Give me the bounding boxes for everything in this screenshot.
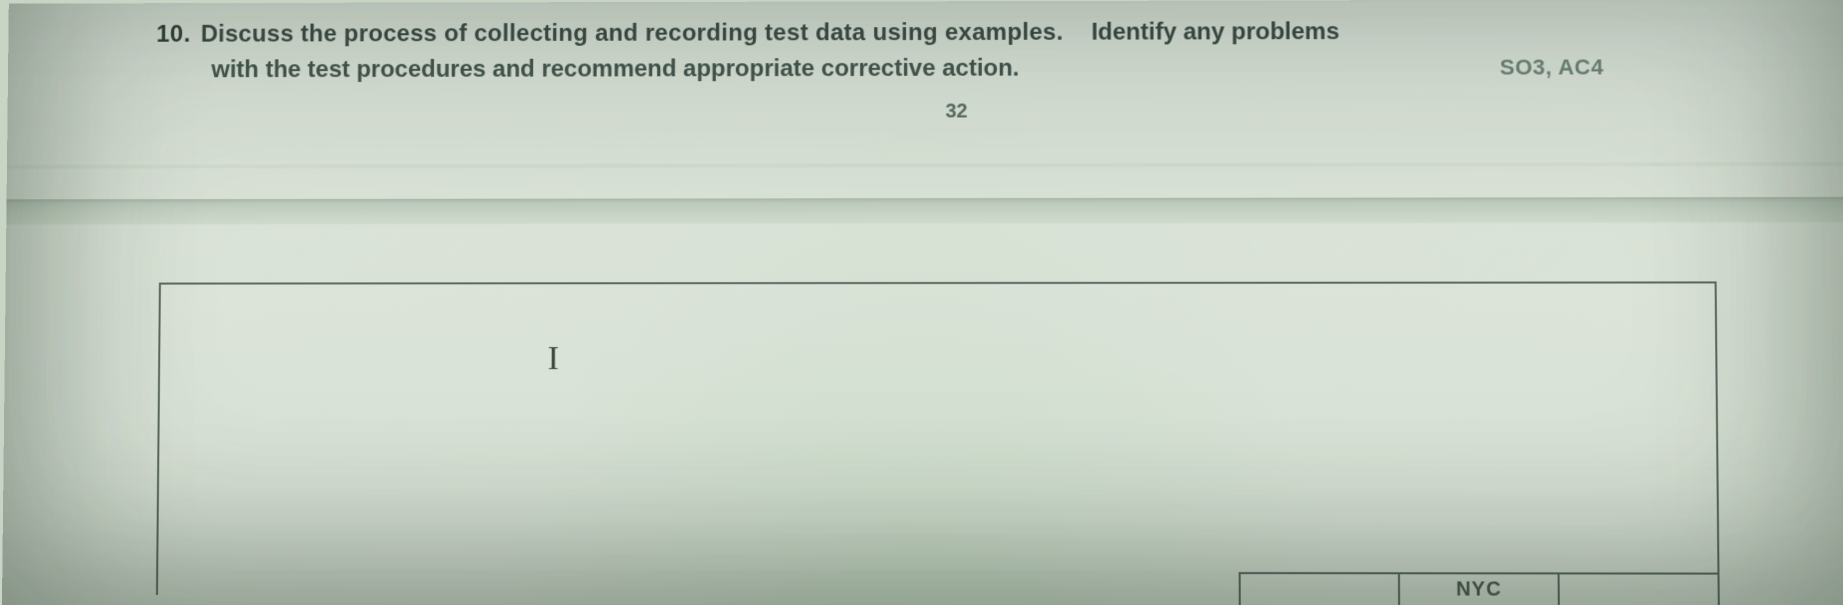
question-text-line2: with the test procedures and recommend a… (211, 55, 1019, 84)
footer-cells: NYC (1241, 572, 1720, 605)
question-line-2: with the test procedures and recommend a… (156, 53, 1765, 84)
footer-cell-empty (1239, 572, 1401, 605)
footer-cell-label: NYC (1398, 572, 1560, 605)
question-block: 10. Discuss the process of collecting an… (7, 0, 1843, 169)
page-number: 32 (156, 99, 1766, 125)
question-line-1: 10. Discuss the process of collecting an… (156, 17, 1764, 48)
question-number: 10. (156, 21, 191, 49)
section-divider (6, 197, 1843, 225)
text-cursor-icon: I (548, 340, 559, 378)
question-text-line1-main: Discuss the process of collecting and re… (201, 19, 1064, 49)
question-code: SO3, AC4 (1500, 54, 1765, 80)
footer-cell-empty-2 (1558, 572, 1720, 605)
question-text-line1-tail: Identify any problems (1091, 18, 1339, 46)
page-surface: 10. Discuss the process of collecting an… (2, 0, 1843, 605)
answer-input-area[interactable]: I (156, 281, 1720, 596)
